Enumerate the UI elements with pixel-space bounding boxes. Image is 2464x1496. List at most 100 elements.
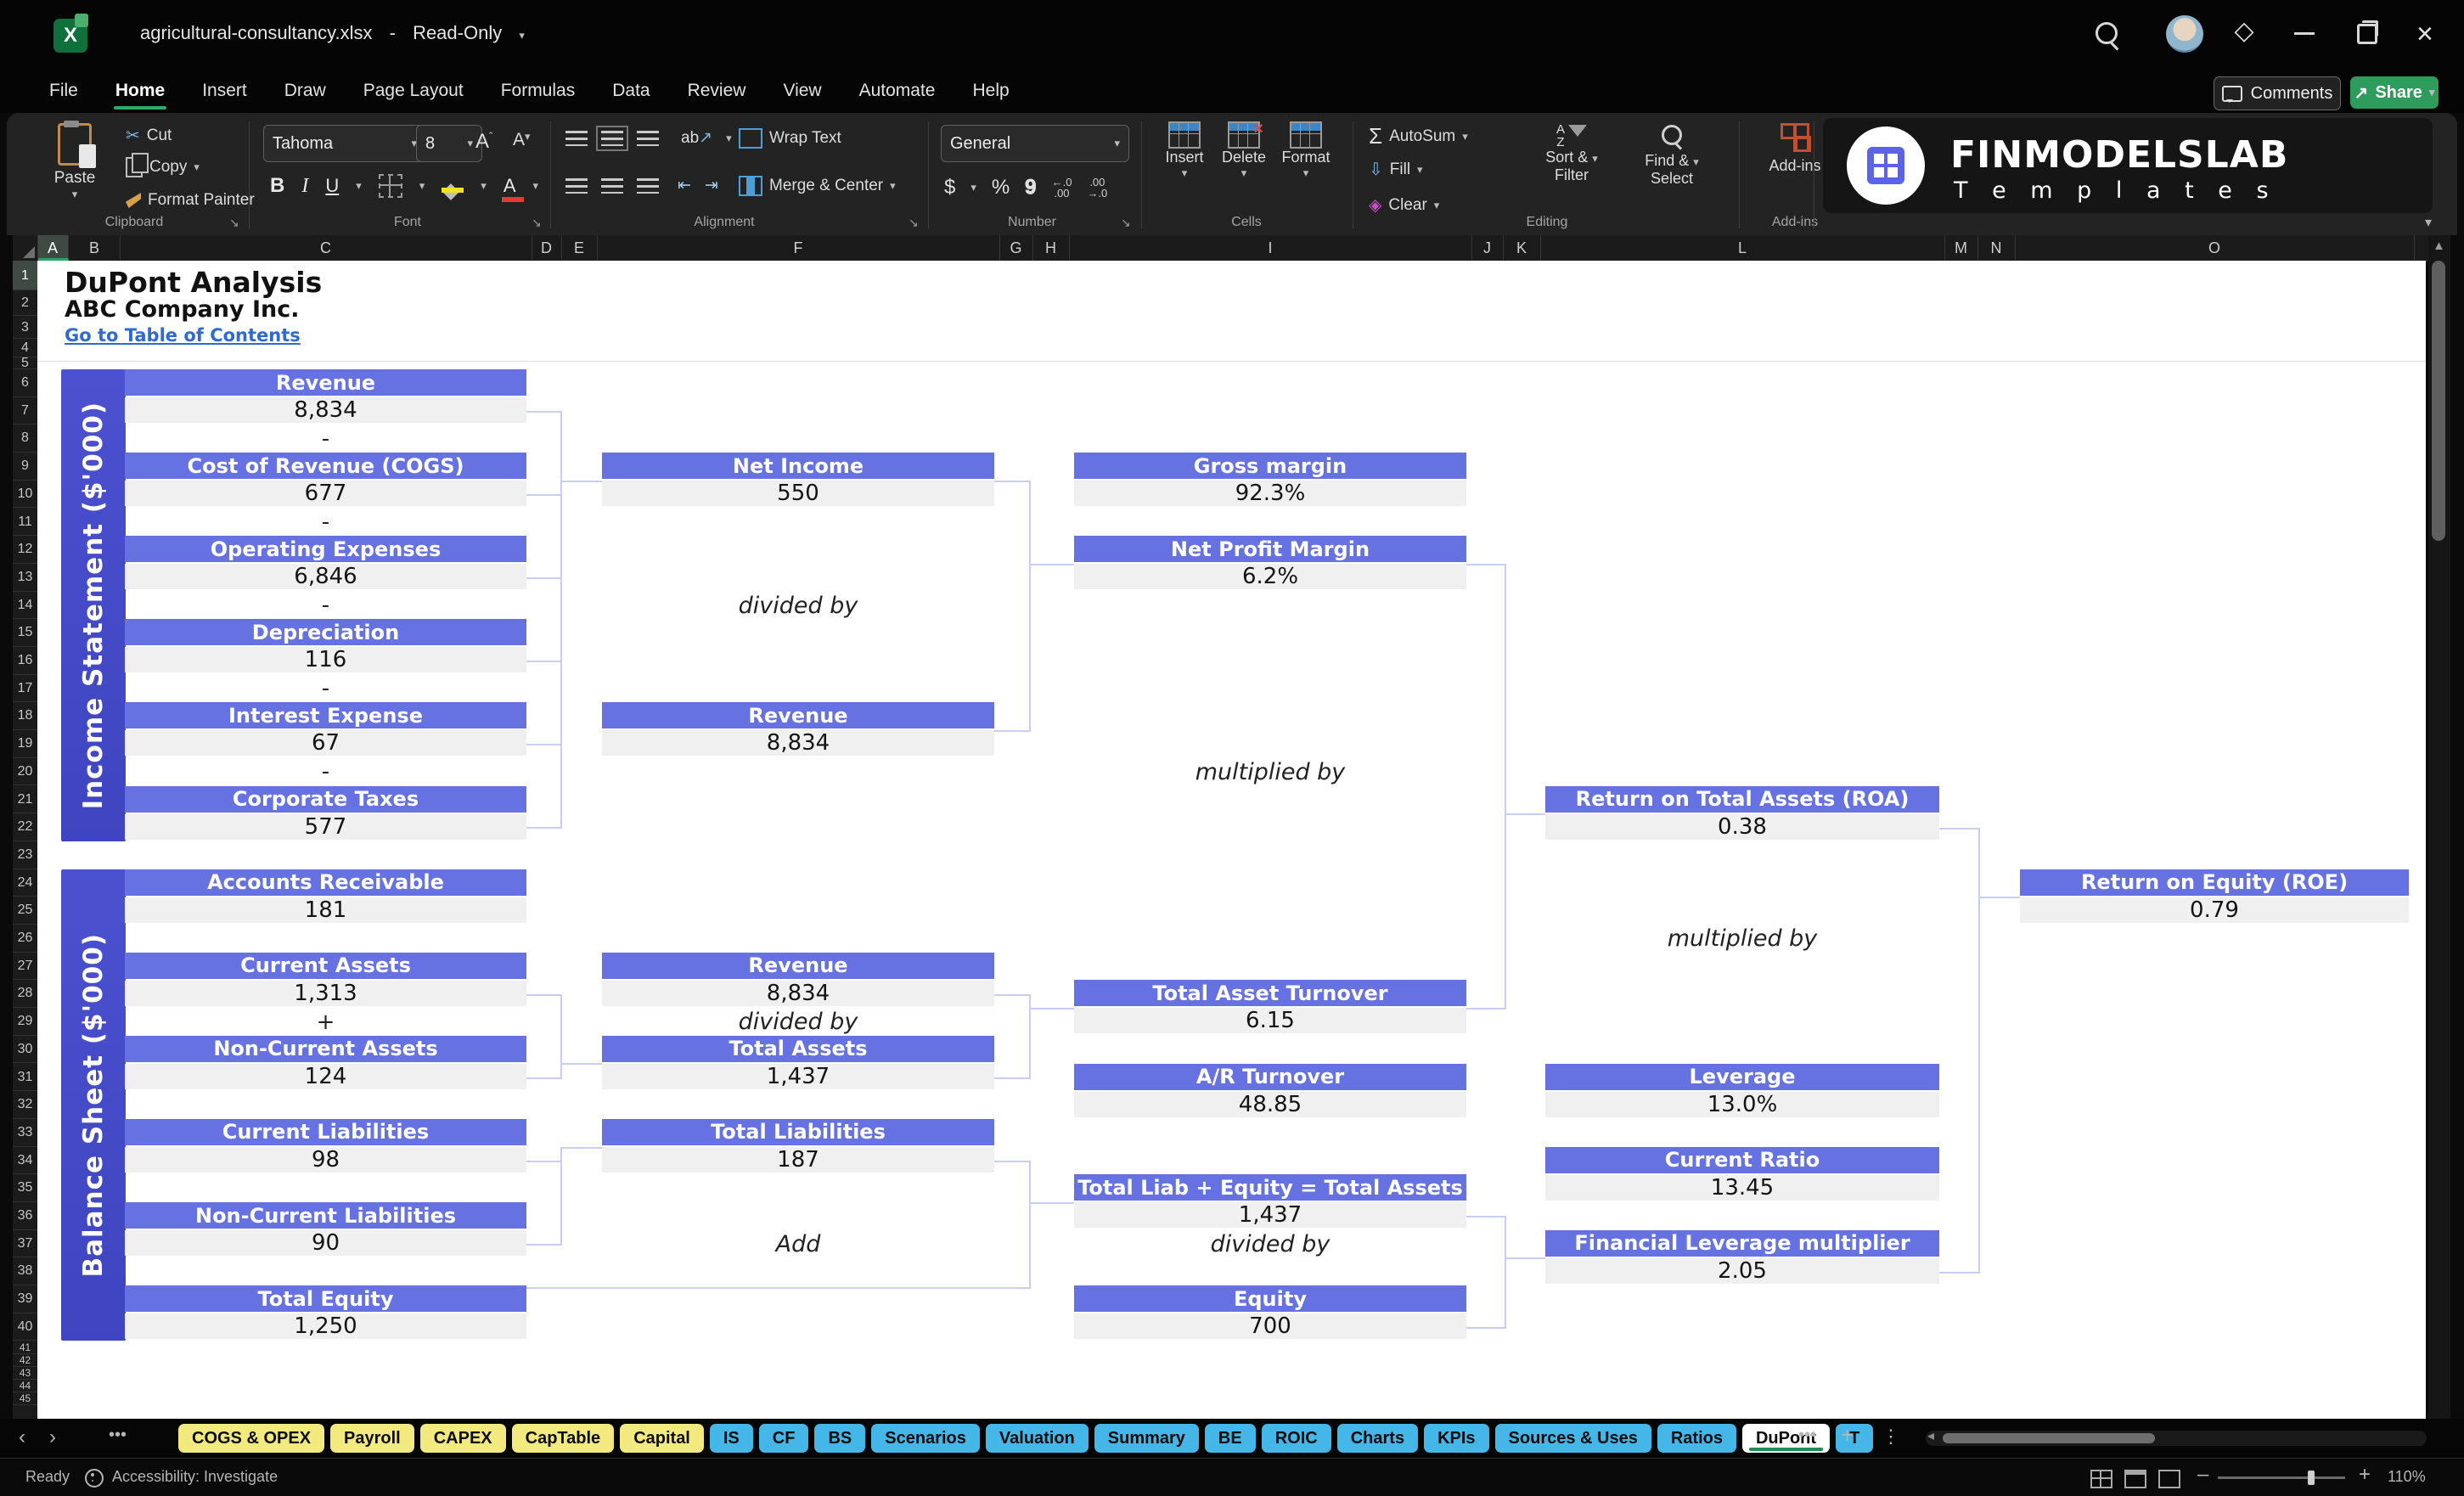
box-header[interactable]: Total Equity (125, 1285, 526, 1312)
row-header-9[interactable]: 9 (13, 453, 37, 481)
sheet-tab-charts[interactable]: Charts (1337, 1424, 1418, 1453)
box-value[interactable]: 1,437 (1074, 1202, 1466, 1228)
more-sheets-button[interactable]: ••• (1798, 1426, 1816, 1445)
search-icon[interactable] (2096, 22, 2118, 44)
scroll-up-arrow[interactable]: ▲ (2433, 239, 2445, 253)
select-all-corner[interactable] (13, 235, 38, 262)
row-headers[interactable]: 1234567891011121314151617181920212223242… (13, 261, 37, 1419)
box-header[interactable]: Total Asset Turnover (1074, 980, 1466, 1006)
vertical-scroll-thumb[interactable] (2432, 261, 2445, 541)
row-header-44[interactable]: 44 (13, 1380, 37, 1392)
sheet-tab-roic[interactable]: ROIC (1262, 1424, 1331, 1453)
premium-diamond-icon[interactable]: ◇ (2231, 19, 2257, 44)
box-header[interactable]: Non-Current Liabilities (125, 1202, 526, 1229)
box-value[interactable]: 677 (125, 481, 526, 506)
zoom-out-button[interactable]: – (2197, 1463, 2208, 1487)
chevron-down-icon[interactable]: ▾ (519, 29, 525, 42)
box-value[interactable]: 8,834 (125, 397, 526, 423)
tab-scroll-left[interactable]: ‹ (19, 1426, 25, 1449)
zoom-level[interactable]: 110% (2388, 1468, 2426, 1486)
box-header[interactable]: Revenue (602, 702, 994, 728)
row-header-34[interactable]: 34 (13, 1147, 37, 1175)
row-header-8[interactable]: 8 (13, 425, 37, 453)
box-value[interactable]: 116 (125, 647, 526, 672)
box-header[interactable]: Non-Current Assets (125, 1036, 526, 1062)
row-header-29[interactable]: 29 (13, 1008, 37, 1036)
box-value[interactable]: 92.3% (1074, 481, 1466, 506)
page-break-view-button[interactable] (2158, 1470, 2180, 1488)
row-header-3[interactable]: 3 (13, 316, 37, 339)
box-header[interactable]: Revenue (125, 369, 526, 396)
column-header-G[interactable]: G (999, 235, 1033, 261)
normal-view-button[interactable] (2090, 1470, 2112, 1488)
sheet-tab-is[interactable]: IS (710, 1424, 753, 1453)
row-header-45[interactable]: 45 (13, 1392, 37, 1405)
box-header[interactable]: Total Liab + Equity = Total Assets (1074, 1174, 1466, 1201)
page-layout-view-button[interactable] (2124, 1470, 2146, 1488)
row-header-5[interactable]: 5 (13, 357, 37, 369)
row-header-35[interactable]: 35 (13, 1174, 37, 1202)
restore-button[interactable] (2357, 24, 2377, 44)
row-header-43[interactable]: 43 (13, 1367, 37, 1380)
row-header-19[interactable]: 19 (13, 730, 37, 758)
ribbon-tab-home[interactable]: Home (97, 69, 183, 113)
column-header-L[interactable]: L (1540, 235, 1945, 261)
tab-scroll-right[interactable]: › (49, 1426, 56, 1449)
box-header[interactable]: Accounts Receivable (125, 869, 526, 896)
box-value[interactable]: 1,437 (602, 1064, 994, 1089)
column-header-M[interactable]: M (1944, 235, 1978, 261)
box-value[interactable]: 1,250 (125, 1313, 526, 1339)
row-header-37[interactable]: 37 (13, 1230, 37, 1258)
sheet-tab-bs[interactable]: BS (814, 1424, 865, 1453)
box-value[interactable]: 90 (125, 1230, 526, 1256)
row-header-30[interactable]: 30 (13, 1036, 37, 1064)
box-value[interactable]: 13.45 (1545, 1175, 1939, 1201)
row-header-4[interactable]: 4 (13, 339, 37, 357)
box-header[interactable]: Depreciation (125, 619, 526, 645)
box-value[interactable]: 187 (602, 1147, 994, 1173)
row-header-15[interactable]: 15 (13, 619, 37, 647)
box-header[interactable]: Cost of Revenue (COGS) (125, 453, 526, 479)
sheet-tab-payroll[interactable]: Payroll (330, 1424, 414, 1453)
box-header[interactable]: Corporate Taxes (125, 786, 526, 813)
sheet-tab-dupont[interactable]: DuPont (1742, 1424, 1830, 1453)
box-header[interactable]: Total Assets (602, 1036, 994, 1062)
number-dialog-launcher[interactable]: ↘ (1121, 216, 1131, 230)
row-header-27[interactable]: 27 (13, 953, 37, 981)
row-header-42[interactable]: 42 (13, 1354, 37, 1367)
tab-options-kebab[interactable]: ⋮ (1882, 1426, 1900, 1448)
column-header-D[interactable]: D (532, 235, 562, 261)
sheet-canvas[interactable]: DuPont Analysis ABC Company Inc. Go to T… (37, 261, 2426, 1419)
box-value[interactable]: 700 (1074, 1313, 1466, 1339)
font-dialog-launcher[interactable]: ↘ (532, 216, 542, 230)
column-header-N[interactable]: N (1977, 235, 2016, 261)
box-header[interactable]: Current Ratio (1545, 1147, 1939, 1173)
sheet-tab-capex[interactable]: CAPEX (420, 1424, 506, 1453)
column-headers[interactable]: ABCDEFGHIJKLMNO (13, 235, 2449, 262)
row-header-10[interactable]: 10 (13, 481, 37, 509)
alignment-dialog-launcher[interactable]: ↘ (909, 216, 919, 230)
ribbon-tab-view[interactable]: View (764, 69, 840, 113)
clipboard-dialog-launcher[interactable]: ↘ (229, 216, 239, 230)
avatar[interactable] (2166, 15, 2203, 53)
hscroll-left-arrow[interactable]: ◂ (1927, 1427, 1934, 1444)
row-header-16[interactable]: 16 (13, 647, 37, 675)
row-header-36[interactable]: 36 (13, 1202, 37, 1230)
box-header[interactable]: Net Profit Margin (1074, 536, 1466, 562)
ribbon-tab-file[interactable]: File (31, 69, 97, 113)
row-header-18[interactable]: 18 (13, 702, 37, 730)
sheet-tab-cogs-opex[interactable]: COGS & OPEX (178, 1424, 324, 1453)
box-header[interactable]: Total Liabilities (602, 1119, 994, 1145)
column-header-O[interactable]: O (2015, 235, 2415, 261)
minimize-button[interactable] (2294, 32, 2315, 35)
sheet-tab-kpis[interactable]: KPIs (1424, 1424, 1488, 1453)
ribbon-tab-insert[interactable]: Insert (183, 69, 266, 113)
row-header-6[interactable]: 6 (13, 369, 37, 397)
box-header[interactable]: Financial Leverage multiplier (1545, 1230, 1939, 1257)
ribbon-tab-formulas[interactable]: Formulas (482, 69, 594, 113)
box-header[interactable]: Leverage (1545, 1064, 1939, 1090)
box-header[interactable]: Revenue (602, 953, 994, 979)
sheet-tab-ratios[interactable]: Ratios (1657, 1424, 1736, 1453)
box-value[interactable]: 577 (125, 814, 526, 840)
horizontal-scroll-thumb[interactable] (1943, 1433, 2155, 1443)
